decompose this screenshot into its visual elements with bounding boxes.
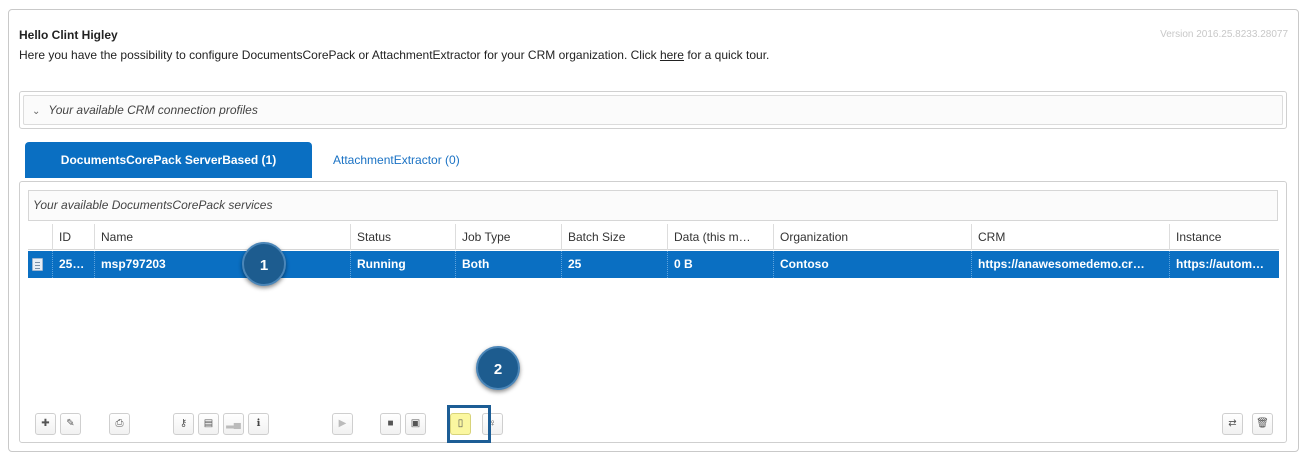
info-button[interactable]: ℹ — [248, 413, 269, 435]
column-header-crm[interactable]: CRM — [971, 224, 1169, 250]
print-button[interactable]: ⎙ — [109, 413, 130, 435]
connection-profiles-section: ⌄ Your available CRM connection profiles — [19, 91, 1287, 129]
highlight-frame — [447, 405, 491, 443]
cell-status: Running — [350, 251, 455, 278]
services-grid-header: ID Name Status Job Type Batch Size Data … — [28, 224, 1279, 250]
bar-chart-icon: ▂▄ — [226, 418, 241, 429]
column-header-data[interactable]: Data (this m… — [667, 224, 773, 250]
start-button[interactable]: ▶ — [332, 413, 353, 435]
cell-job-type: Both — [455, 251, 561, 278]
tab-documentscorepack[interactable]: DocumentsCorePack ServerBased (1) — [25, 142, 312, 178]
delete-button[interactable]: 🗑 — [1252, 413, 1273, 435]
wrench-icon: ✎ — [66, 418, 75, 429]
swap-button[interactable]: ⇄ — [1222, 413, 1243, 435]
list-icon: ▤ — [203, 418, 214, 429]
configuration-panel: Hello Clint Higley Here you have the pos… — [8, 9, 1299, 452]
connection-profiles-toggle[interactable]: ⌄ Your available CRM connection profiles — [23, 95, 1283, 125]
document-icon — [32, 258, 43, 271]
row-icon-cell — [28, 251, 52, 278]
save-button[interactable]: ▣ — [405, 413, 426, 435]
column-header-status[interactable]: Status — [350, 224, 455, 250]
services-title: Your available DocumentsCorePack service… — [28, 190, 1278, 221]
printer-icon: ⎙ — [115, 418, 124, 429]
connection-profiles-label: Your available CRM connection profiles — [48, 103, 258, 117]
swap-icon: ⇄ — [1228, 418, 1237, 429]
intro-prefix: Here you have the possibility to configu… — [19, 48, 660, 62]
save-icon: ▣ — [410, 418, 421, 429]
callout-badge-2: 2 — [476, 346, 520, 390]
cell-id: 25… — [52, 251, 94, 278]
play-icon: ▶ — [338, 418, 347, 429]
stats-button[interactable]: ▂▄ — [223, 413, 244, 435]
column-header-instance[interactable]: Instance — [1169, 224, 1279, 250]
trash-icon: 🗑 — [1256, 418, 1269, 429]
stop-icon: ■ — [387, 418, 394, 429]
cell-instance: https://autom… — [1169, 251, 1279, 278]
edit-button[interactable]: ✎ — [60, 413, 81, 435]
column-header-job-type[interactable]: Job Type — [455, 224, 561, 250]
add-button[interactable]: ✚ — [35, 413, 56, 435]
tab-attachmentextractor[interactable]: AttachmentExtractor (0) — [319, 142, 474, 178]
column-header-id[interactable]: ID — [52, 224, 94, 250]
column-header-organization[interactable]: Organization — [773, 224, 971, 250]
plus-icon: ✚ — [41, 418, 50, 429]
cell-crm: https://anawesomedemo.cr… — [971, 251, 1169, 278]
callout-badge-1: 1 — [242, 242, 286, 286]
intro-text: Here you have the possibility to configu… — [19, 48, 769, 62]
table-row[interactable]: 25… msp797203 Running Both 25 0 B Contos… — [28, 251, 1279, 278]
services-panel: Your available DocumentsCorePack service… — [19, 181, 1287, 443]
cell-name: msp797203 — [94, 251, 350, 278]
key-icon: ⚷ — [179, 418, 188, 429]
version-label: Version 2016.25.8233.28077 — [1160, 29, 1288, 40]
quick-tour-link[interactable]: here — [660, 48, 684, 62]
info-icon: ℹ — [256, 418, 261, 429]
greeting-text: Hello Clint Higley — [19, 28, 118, 42]
key-button[interactable]: ⚷ — [173, 413, 194, 435]
intro-suffix: for a quick tour. — [683, 48, 770, 62]
column-header-icon — [28, 224, 52, 250]
chevron-down-icon: ⌄ — [32, 106, 41, 117]
cell-data: 0 B — [667, 251, 773, 278]
column-header-batch-size[interactable]: Batch Size — [561, 224, 667, 250]
cell-batch-size: 25 — [561, 251, 667, 278]
list-button[interactable]: ▤ — [198, 413, 219, 435]
cell-organization: Contoso — [773, 251, 971, 278]
column-header-name[interactable]: Name — [94, 224, 350, 250]
stop-button[interactable]: ■ — [380, 413, 401, 435]
